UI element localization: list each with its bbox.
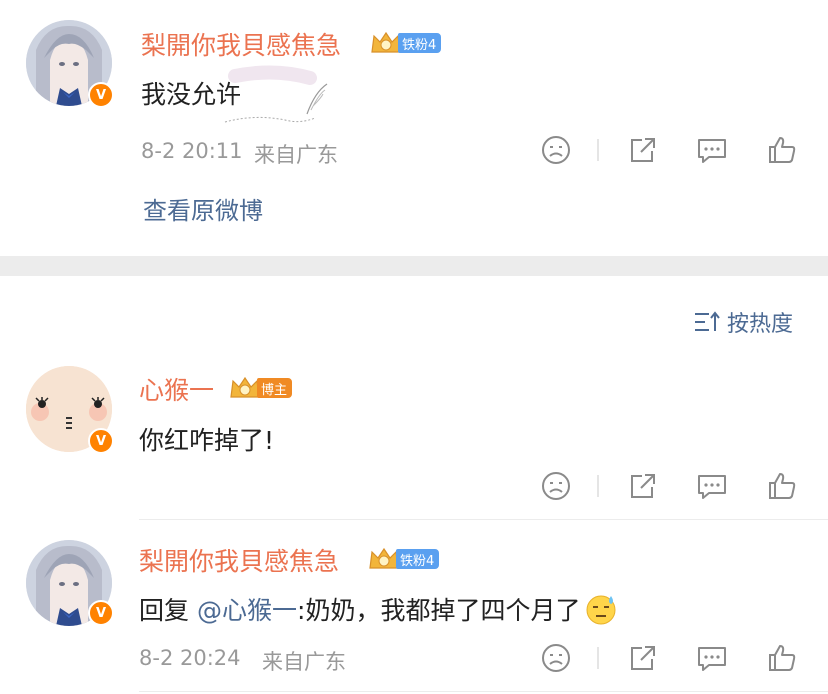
comment-time: 8-2 20:11 — [141, 139, 243, 163]
comment-location: 来自广东 — [254, 143, 338, 167]
host-badge-label: 博主 — [257, 378, 293, 398]
comment-text: :奶奶，我都掉了四个月了 — [297, 596, 581, 625]
verified-badge-icon: V — [88, 600, 114, 626]
comment-username[interactable]: 梨開你我貝感焦急 — [141, 26, 341, 62]
fan-badge-label: 铁粉4 — [396, 549, 440, 569]
fan-badge-label: 铁粉4 — [398, 33, 442, 53]
like-icon[interactable] — [765, 133, 799, 167]
verified-badge-icon: V — [88, 428, 114, 454]
sort-label: 按热度 — [727, 312, 794, 337]
sort-toggle[interactable]: 按热度 — [693, 306, 793, 338]
comment-icon[interactable] — [695, 469, 729, 503]
fan-level-badge[interactable]: 铁粉4 — [368, 546, 440, 572]
reply-text: 回复 @心猴一 :奶奶，我都掉了四个月了 — [139, 591, 618, 627]
share-icon[interactable] — [625, 469, 659, 503]
share-icon[interactable] — [625, 641, 659, 675]
sweat-emoji-icon — [586, 595, 616, 625]
reply-prefix: 回复 — [139, 596, 190, 625]
comment-username[interactable]: 心猴一 — [139, 371, 214, 407]
comment-location: 来自广东 — [262, 650, 346, 674]
dislike-face-icon[interactable] — [539, 469, 573, 503]
comment-icon[interactable] — [695, 133, 729, 167]
fan-level-badge[interactable]: 铁粉4 — [370, 30, 442, 56]
dislike-face-icon[interactable] — [539, 641, 573, 675]
sort-icon — [695, 311, 720, 331]
view-original-link[interactable]: 查看原微博 — [143, 191, 263, 226]
action-separator — [597, 139, 599, 161]
host-badge[interactable]: 博主 — [229, 375, 293, 401]
comment-text: 你红咋掉了! — [139, 426, 275, 455]
share-icon[interactable] — [625, 133, 659, 167]
section-divider — [0, 256, 828, 276]
mention-link[interactable]: @心猴一 — [197, 591, 297, 627]
dislike-face-icon[interactable] — [539, 133, 573, 167]
verified-badge-icon: V — [88, 82, 114, 108]
comment-icon[interactable] — [695, 641, 729, 675]
action-separator — [597, 475, 599, 497]
bottom-divider — [139, 691, 828, 692]
like-icon[interactable] — [765, 641, 799, 675]
like-icon[interactable] — [765, 469, 799, 503]
comment-time: 8-2 20:24 — [139, 646, 241, 670]
action-separator — [597, 647, 599, 669]
feather-decoration-icon — [224, 65, 328, 123]
comment-username[interactable]: 梨開你我貝感焦急 — [139, 542, 339, 578]
reply-divider — [139, 519, 828, 520]
